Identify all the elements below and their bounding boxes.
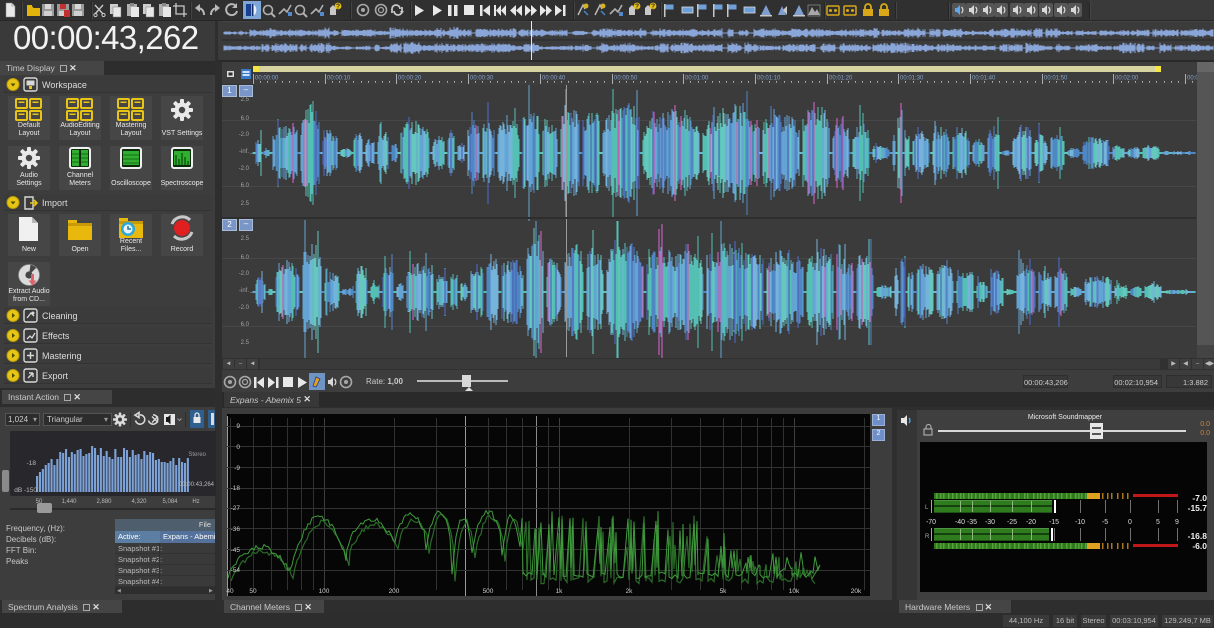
svg-text:0: 0 <box>1128 519 1132 526</box>
svg-text:-7.0: -7.0 <box>1192 493 1207 503</box>
svg-text:-20: -20 <box>1026 519 1036 526</box>
svg-text:-6.0: -6.0 <box>1192 541 1207 551</box>
svg-text:-15.7: -15.7 <box>1188 503 1208 513</box>
svg-text:-5: -5 <box>1102 519 1108 526</box>
svg-text:-70: -70 <box>926 519 936 526</box>
svg-text:-40: -40 <box>955 519 965 526</box>
svg-text:5: 5 <box>1156 519 1160 526</box>
svg-text:-25: -25 <box>1007 519 1017 526</box>
svg-text:-10: -10 <box>1075 519 1085 526</box>
svg-text:-30: -30 <box>985 519 995 526</box>
svg-text:-16.8: -16.8 <box>1188 531 1208 541</box>
svg-text:9: 9 <box>1175 519 1179 526</box>
svg-text:-35: -35 <box>967 519 977 526</box>
svg-text:R: R <box>925 534 930 540</box>
svg-text:-15: -15 <box>1049 519 1059 526</box>
svg-text:L: L <box>925 505 929 511</box>
